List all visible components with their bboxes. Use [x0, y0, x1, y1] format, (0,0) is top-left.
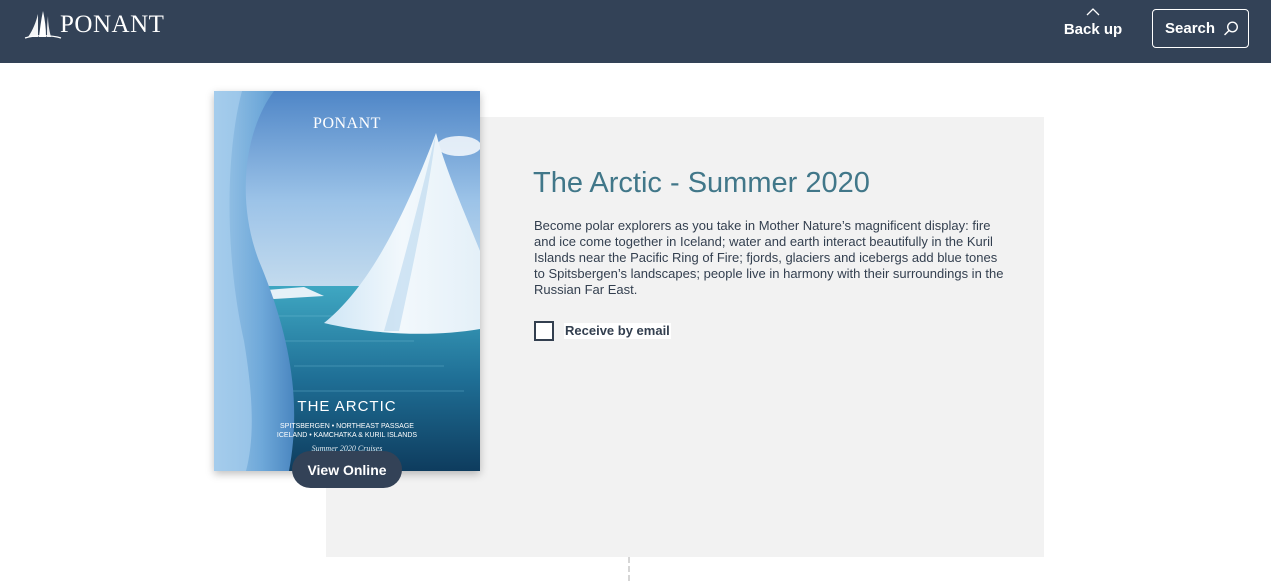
cover-subtitle-line2: ICELAND • KAMCHATKA & KURIL ISLANDS	[276, 432, 418, 439]
back-up-label: Back up	[1063, 21, 1123, 38]
site-header: PONANT Back up Search	[0, 0, 1271, 63]
cover-subtitle-line1: SPITSBERGEN • NORTHEAST PASSAGE	[280, 423, 414, 430]
receive-by-email-label[interactable]: Receive by email	[564, 323, 671, 339]
back-up-button[interactable]: Back up	[1058, 8, 1128, 42]
search-label: Search	[1165, 20, 1216, 37]
view-online-button[interactable]: View Online	[292, 451, 402, 488]
logo-wordmark: PONANT	[60, 11, 165, 38]
search-button[interactable]: Search	[1152, 9, 1249, 48]
cover-title: THE ARCTIC	[297, 398, 397, 415]
search-icon	[1224, 21, 1239, 36]
brochure-cover-image[interactable]: PONANT THE ARCTIC SPITSBERGEN • NORTHEAS…	[214, 91, 480, 471]
brochure-title: The Arctic - Summer 2020	[533, 167, 870, 199]
receive-by-email-checkbox[interactable]	[534, 321, 554, 341]
brochure-description: Become polar explorers as you take in Mo…	[534, 218, 1004, 297]
chevron-up-icon	[1086, 8, 1100, 16]
dashed-divider	[628, 557, 630, 581]
cover-logo-text: PONANT	[313, 115, 381, 132]
receive-by-email-option[interactable]: Receive by email	[534, 321, 671, 341]
ponant-logo[interactable]: PONANT	[24, 10, 164, 40]
sailboat-logo-icon	[24, 11, 62, 39]
